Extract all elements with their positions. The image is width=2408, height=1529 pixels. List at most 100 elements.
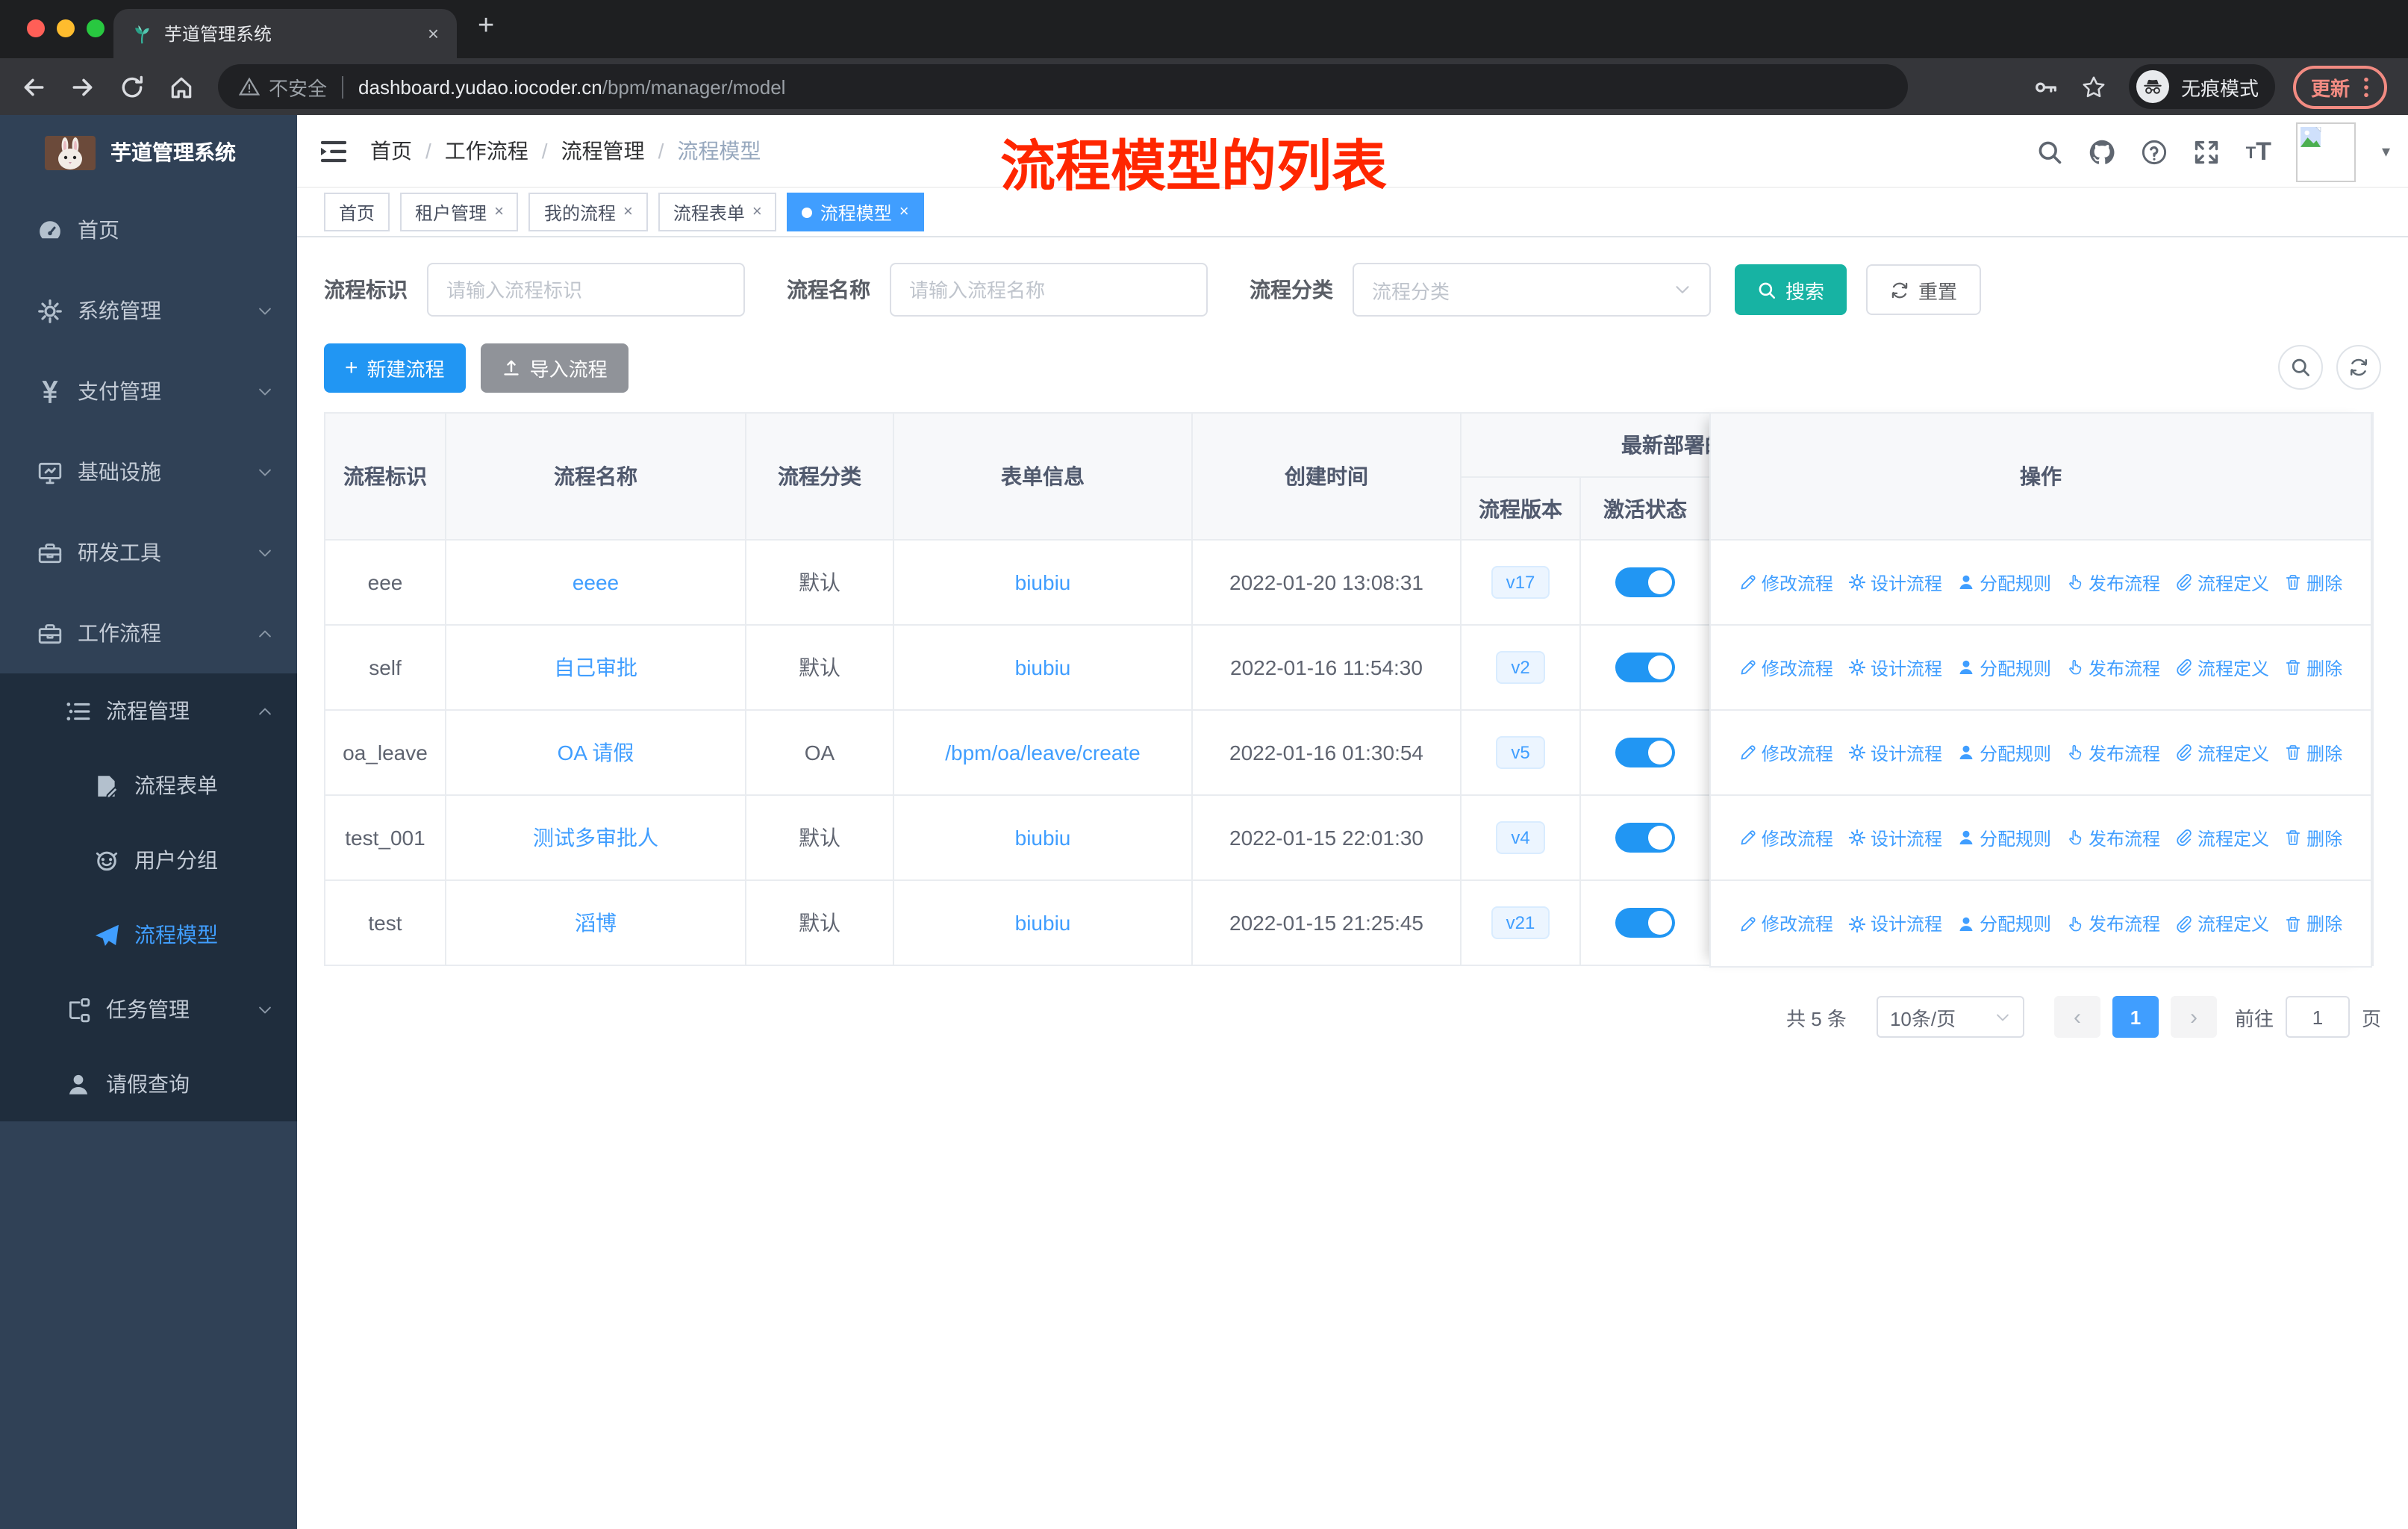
back-icon[interactable] [21, 74, 46, 99]
cell-active-status[interactable] [1579, 709, 1711, 796]
fullscreen-icon[interactable] [2194, 138, 2221, 165]
cell-process-name[interactable]: eeee [445, 539, 746, 626]
tag-close-icon[interactable]: × [752, 203, 762, 221]
browser-menu-icon[interactable] [2363, 75, 2369, 98]
form-info-link[interactable]: biubiu [1015, 911, 1071, 935]
action-删除[interactable]: 删除 [2284, 911, 2342, 936]
sidebar-item-首页[interactable]: 首页 [0, 190, 297, 270]
form-info-link[interactable]: biubiu [1015, 826, 1071, 850]
action-发布流程[interactable]: 发布流程 [2066, 911, 2160, 936]
action-流程定义[interactable]: 流程定义 [2175, 570, 2269, 595]
reload-icon[interactable] [119, 74, 145, 99]
cell-active-status[interactable] [1579, 879, 1711, 966]
avatar-caret-down-icon[interactable]: ▾ [2382, 142, 2390, 161]
tag-close-icon[interactable]: × [899, 203, 909, 221]
process-name-link[interactable]: 滔博 [575, 911, 617, 935]
sidebar-item-工作流程[interactable]: 工作流程 [0, 593, 297, 673]
update-button[interactable]: 更新 [2292, 65, 2387, 108]
action-修改流程[interactable]: 修改流程 [1739, 825, 1833, 850]
action-修改流程[interactable]: 修改流程 [1739, 911, 1833, 936]
form-info-link[interactable]: /bpm/oa/leave/create [945, 741, 1141, 764]
cell-process-name[interactable]: 滔博 [445, 879, 746, 966]
sidebar-item-任务管理[interactable]: 任务管理 [0, 972, 297, 1047]
current-page-button[interactable]: 1 [2112, 996, 2159, 1038]
cell-form-info[interactable]: biubiu [893, 794, 1193, 881]
action-分配规则[interactable]: 分配规则 [1957, 570, 2051, 595]
action-修改流程[interactable]: 修改流程 [1739, 570, 1833, 595]
cell-process-name[interactable]: OA 请假 [445, 709, 746, 796]
sidebar-item-支付管理[interactable]: 支付管理 [0, 351, 297, 432]
process-name-link[interactable]: 测试多审批人 [533, 826, 658, 850]
traffic-light-close-icon[interactable] [27, 19, 45, 37]
sidebar-item-流程模型[interactable]: 流程模型 [0, 897, 297, 972]
action-流程定义[interactable]: 流程定义 [2175, 655, 2269, 680]
browser-tab[interactable]: 芋道管理系统 × [113, 9, 457, 58]
tag-首页[interactable]: 首页 [324, 193, 390, 231]
goto-page-input[interactable] [2285, 996, 2350, 1038]
action-分配规则[interactable]: 分配规则 [1957, 911, 2051, 936]
help-icon[interactable] [2142, 138, 2168, 165]
sidebar-item-用户分组[interactable]: 用户分组 [0, 823, 297, 897]
process-name-link[interactable]: 自己审批 [554, 655, 637, 679]
action-流程定义[interactable]: 流程定义 [2175, 740, 2269, 765]
new-tab-button[interactable]: + [478, 10, 494, 43]
page-size-select[interactable]: 10条/页 [1876, 996, 2024, 1038]
cell-active-status[interactable] [1579, 794, 1711, 881]
prev-page-button[interactable]: ‹ [2053, 996, 2100, 1038]
bookmark-star-icon[interactable] [2081, 74, 2106, 99]
form-info-link[interactable]: biubiu [1015, 570, 1071, 594]
user-avatar[interactable] [2296, 122, 2356, 181]
show-search-button[interactable] [2278, 345, 2323, 390]
action-设计流程[interactable]: 设计流程 [1848, 740, 1942, 765]
status-toggle[interactable] [1615, 823, 1675, 853]
tab-close-icon[interactable]: × [428, 22, 439, 45]
cell-form-info[interactable]: biubiu [893, 624, 1193, 711]
action-设计流程[interactable]: 设计流程 [1848, 570, 1942, 595]
action-设计流程[interactable]: 设计流程 [1848, 825, 1942, 850]
action-分配规则[interactable]: 分配规则 [1957, 825, 2051, 850]
form-info-link[interactable]: biubiu [1015, 655, 1071, 679]
action-设计流程[interactable]: 设计流程 [1848, 911, 1942, 936]
status-toggle[interactable] [1615, 567, 1675, 597]
action-修改流程[interactable]: 修改流程 [1739, 655, 1833, 680]
sidebar-item-系统管理[interactable]: 系统管理 [0, 270, 297, 351]
action-发布流程[interactable]: 发布流程 [2066, 570, 2160, 595]
cell-form-info[interactable]: biubiu [893, 539, 1193, 626]
tag-租户管理[interactable]: 租户管理 × [400, 193, 519, 231]
action-删除[interactable]: 删除 [2284, 825, 2342, 850]
action-设计流程[interactable]: 设计流程 [1848, 655, 1942, 680]
status-toggle[interactable] [1615, 908, 1675, 938]
action-流程定义[interactable]: 流程定义 [2175, 825, 2269, 850]
cell-process-name[interactable]: 自己审批 [445, 624, 746, 711]
tag-流程模型[interactable]: 流程模型 × [787, 193, 924, 231]
action-发布流程[interactable]: 发布流程 [2066, 740, 2160, 765]
sidebar-item-流程管理[interactable]: 流程管理 [0, 673, 297, 748]
cell-active-status[interactable] [1579, 624, 1711, 711]
tag-流程表单[interactable]: 流程表单 × [658, 193, 777, 231]
breadcrumb-item[interactable]: 流程管理 [561, 136, 645, 166]
sidebar-item-研发工具[interactable]: 研发工具 [0, 512, 297, 593]
cell-form-info[interactable]: biubiu [893, 879, 1193, 966]
forward-icon[interactable] [70, 74, 96, 99]
sidebar-toggle-hamburger-icon[interactable] [319, 138, 348, 164]
reset-button[interactable]: 重置 [1866, 264, 1982, 315]
action-分配规则[interactable]: 分配规则 [1957, 740, 2051, 765]
status-toggle[interactable] [1615, 738, 1675, 767]
process-name-link[interactable]: OA 请假 [558, 741, 634, 764]
status-toggle[interactable] [1615, 653, 1675, 682]
create-process-button[interactable]: + 新建流程 [324, 343, 466, 393]
category-select[interactable]: 流程分类 [1353, 263, 1711, 317]
traffic-light-zoom-icon[interactable] [87, 19, 105, 37]
tag-close-icon[interactable]: × [494, 203, 504, 221]
process-id-input[interactable] [427, 263, 745, 317]
action-删除[interactable]: 删除 [2284, 655, 2342, 680]
breadcrumb-item[interactable]: 工作流程 [445, 136, 528, 166]
key-icon[interactable] [2033, 74, 2059, 99]
sidebar-item-流程表单[interactable]: 流程表单 [0, 748, 297, 823]
action-删除[interactable]: 删除 [2284, 740, 2342, 765]
action-发布流程[interactable]: 发布流程 [2066, 655, 2160, 680]
tag-我的流程[interactable]: 我的流程 × [528, 193, 648, 231]
action-修改流程[interactable]: 修改流程 [1739, 740, 1833, 765]
next-page-button[interactable]: › [2170, 996, 2217, 1038]
sidebar-item-基础设施[interactable]: 基础设施 [0, 432, 297, 512]
